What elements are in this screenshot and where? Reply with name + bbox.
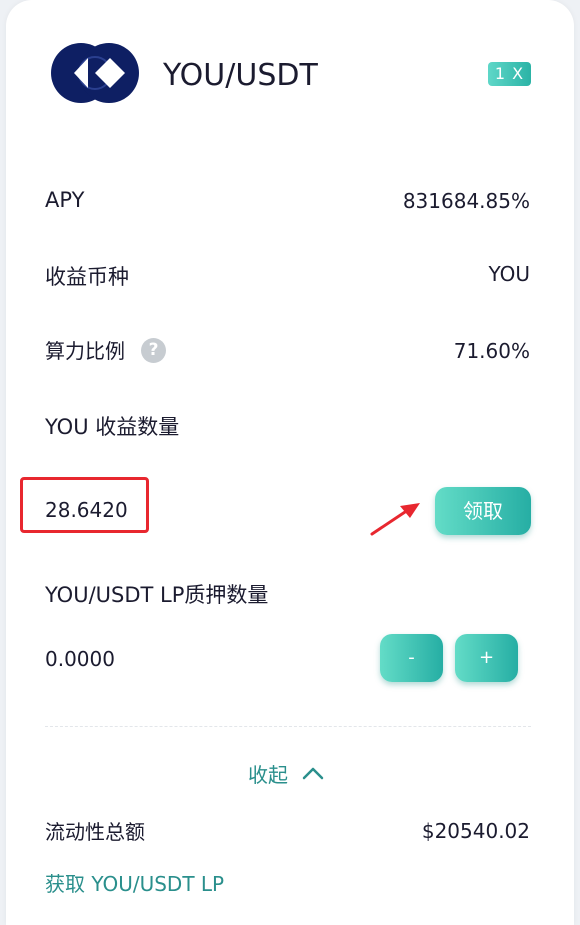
liquidity-label: 流动性总额 [45,820,145,844]
apy-label: APY [45,188,85,212]
chevron-up-icon [302,767,324,780]
hash-ratio-value: 71.60% [453,339,530,363]
you-token-logo-icon [51,43,139,103]
red-arrow-icon [370,503,420,536]
earnings-label: YOU 收益数量 [45,415,180,439]
apy-value: 831684.85% [402,189,530,213]
pair-title: YOU/USDT [163,58,318,93]
unstake-minus-button[interactable]: - [380,634,443,682]
earnings-amount: 28.6420 [45,498,128,522]
hash-ratio-label: 算力比例 [45,339,125,363]
liquidity-value: $20540.02 [421,819,530,843]
get-lp-link[interactable]: 获取 YOU/USDT LP [45,869,224,899]
leverage-badge: 1 X [488,62,531,86]
collapse-toggle[interactable]: 收起 [248,758,324,788]
reward-token-value: YOU [488,262,530,286]
stake-plus-button[interactable]: + [455,634,518,682]
divider [45,726,531,727]
staking-label: YOU/USDT LP质押数量 [45,583,269,607]
reward-token-label: 收益币种 [45,265,129,289]
staking-amount: 0.0000 [45,647,115,671]
collapse-label: 收起 [248,762,288,787]
help-icon[interactable]: ? [141,338,166,363]
claim-button[interactable]: 领取 [435,487,531,535]
